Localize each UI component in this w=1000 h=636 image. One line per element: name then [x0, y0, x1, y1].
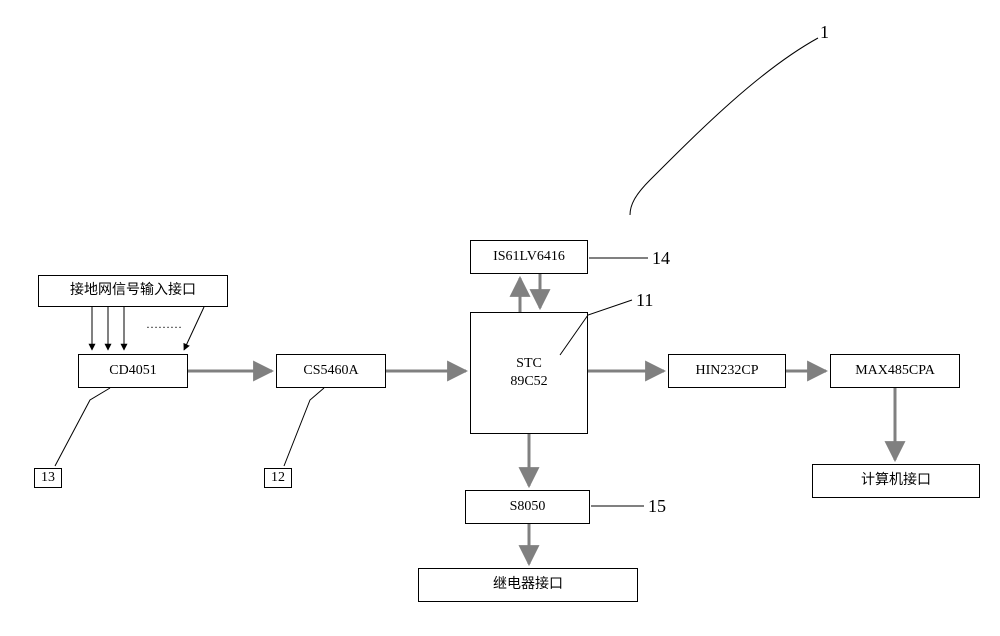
callout-11: 11 — [636, 290, 653, 311]
cd4051-block: CD4051 — [78, 354, 188, 388]
cs5460a-block: CS5460A — [276, 354, 386, 388]
callout-1: 1 — [820, 22, 829, 43]
callout-15: 15 — [648, 496, 666, 517]
input-multi-arrow — [184, 307, 204, 350]
leader-13 — [55, 388, 110, 466]
label: CS5460A — [303, 362, 358, 380]
label: 计算机接口 — [861, 472, 931, 490]
label: 继电器接口 — [493, 576, 563, 594]
leader-1 — [630, 38, 818, 215]
label: S8050 — [510, 498, 546, 516]
callout-13: 13 — [34, 468, 62, 488]
hin232cp-block: HIN232CP — [668, 354, 786, 388]
label: HIN232CP — [695, 362, 758, 380]
relay-interface-block: 继电器接口 — [418, 568, 638, 602]
ground-net-signal-input-interface: 接地网信号输入接口 — [38, 275, 228, 307]
is61lv6416-block: IS61LV6416 — [470, 240, 588, 274]
label: STC 89C52 — [510, 355, 547, 391]
max485cpa-block: MAX485CPA — [830, 354, 960, 388]
stc89c52-block: STC 89C52 — [470, 312, 588, 434]
callout-12: 12 — [264, 468, 292, 488]
s8050-block: S8050 — [465, 490, 590, 524]
label: MAX485CPA — [855, 362, 935, 380]
callout-14: 14 — [652, 248, 670, 269]
label: 接地网信号输入接口 — [70, 282, 196, 300]
label: IS61LV6416 — [493, 248, 565, 266]
computer-interface-block: 计算机接口 — [812, 464, 980, 498]
label: CD4051 — [109, 362, 156, 380]
leader-12 — [284, 388, 324, 466]
ellipsis: ……… — [146, 317, 182, 331]
